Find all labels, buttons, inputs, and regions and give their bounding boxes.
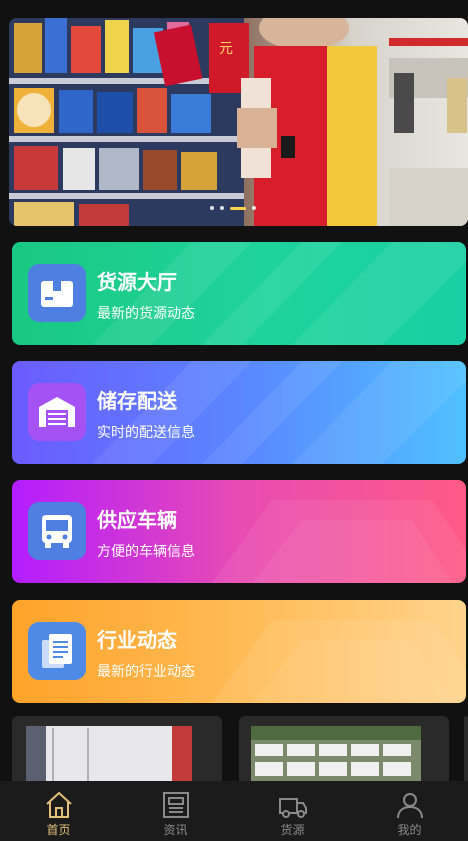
card-title: 储存配送 <box>97 389 177 413</box>
carousel-dot[interactable] <box>220 206 224 210</box>
carousel-dot[interactable] <box>210 206 214 210</box>
card-subtitle: 最新的货源动态 <box>97 306 195 322</box>
vehicle-fleet-image <box>251 726 421 786</box>
card-subtitle: 方便的车辆信息 <box>97 544 195 560</box>
banner-image: 元 <box>9 18 468 226</box>
card-supply-vehicles[interactable]: 供应车辆 方便的车辆信息 <box>12 480 466 583</box>
bottom-tab-bar: 首页 资讯 货源 我的 <box>0 781 468 841</box>
truck-container-image <box>26 726 192 786</box>
card-cargo-hall[interactable]: 货源大厅 最新的货源动态 <box>12 242 466 345</box>
tab-cargo[interactable]: 货源 <box>234 781 351 841</box>
carousel-indicator[interactable] <box>210 206 256 210</box>
banner-carousel[interactable]: 元 <box>9 18 468 226</box>
news-thumbnail[interactable] <box>464 716 468 786</box>
card-title: 行业动态 <box>97 628 177 652</box>
truck-icon <box>278 798 307 818</box>
home-page: 元 货源大厅 最新的货源动态 储存配送 实时的配送信息 供应车辆 方便的车辆信息… <box>0 0 468 841</box>
carousel-dot[interactable] <box>252 206 256 210</box>
carousel-dot-active[interactable] <box>230 206 246 210</box>
tab-news[interactable]: 资讯 <box>117 781 234 841</box>
card-storage-delivery[interactable]: 储存配送 实时的配送信息 <box>12 361 466 464</box>
news-thumbnail[interactable] <box>239 716 449 786</box>
tab-label: 资讯 <box>163 823 188 837</box>
tab-label: 我的 <box>397 823 422 837</box>
package-box-icon <box>28 264 86 322</box>
card-subtitle: 实时的配送信息 <box>97 425 195 441</box>
document-icon <box>28 622 86 680</box>
home-icon <box>45 791 72 818</box>
warehouse-icon <box>28 383 86 441</box>
bus-icon <box>28 502 86 560</box>
user-icon <box>396 793 423 819</box>
news-thumbnail[interactable] <box>12 716 222 786</box>
card-subtitle: 最新的行业动态 <box>97 664 195 680</box>
card-industry-news[interactable]: 行业动态 最新的行业动态 <box>12 600 466 703</box>
tab-label: 首页 <box>46 823 71 837</box>
svg-text:元: 元 <box>219 41 233 57</box>
tab-profile[interactable]: 我的 <box>351 781 468 841</box>
card-title: 供应车辆 <box>97 508 177 532</box>
news-icon <box>162 792 189 818</box>
card-title: 货源大厅 <box>97 270 177 294</box>
tab-home[interactable]: 首页 <box>0 781 117 841</box>
tab-label: 货源 <box>280 823 305 837</box>
